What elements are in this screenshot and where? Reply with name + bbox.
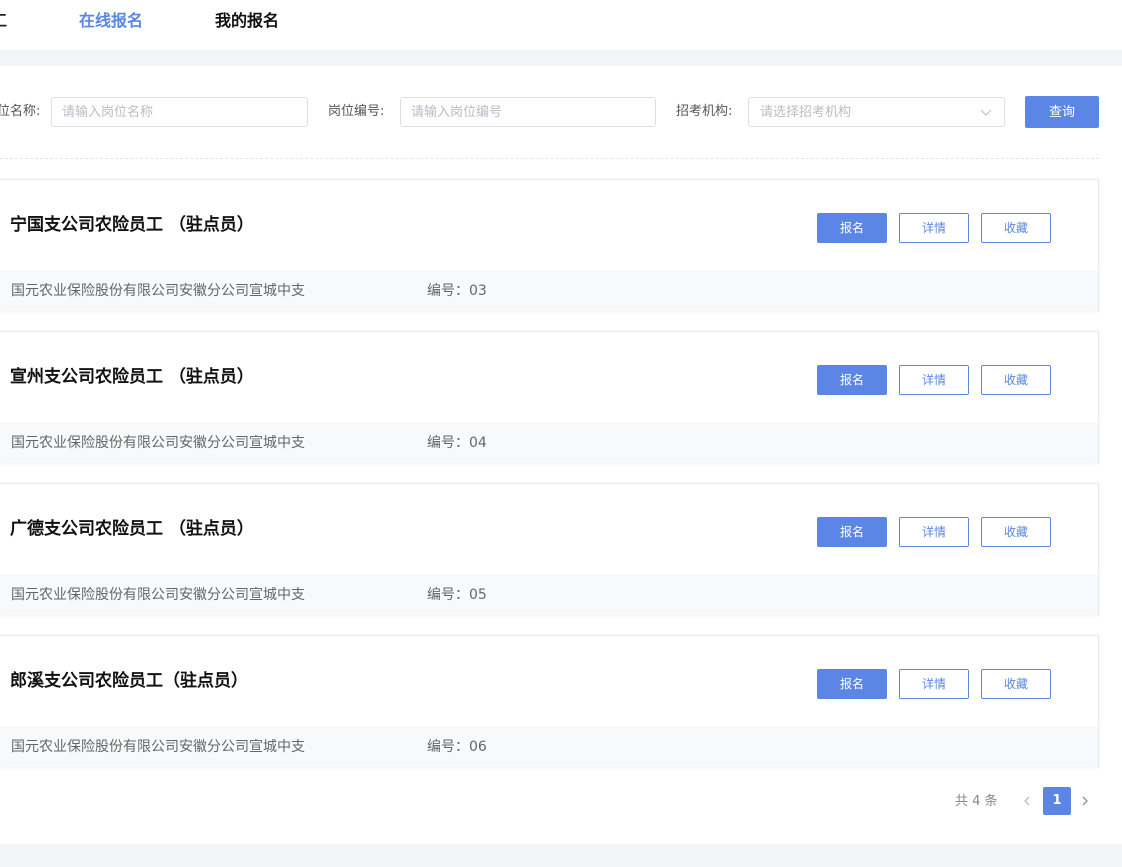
job-org: 国元农业保险股份有限公司安徽分公司宣城中支: [11, 739, 305, 755]
nav-item-partial[interactable]: 工: [0, 10, 7, 32]
job-org: 国元农业保险股份有限公司安徽分公司宣城中支: [11, 587, 305, 603]
job-card: 宣州支公司农险员工 （驻点员） 报名 详情 收藏 国元农业保险股份有限公司安徽分…: [0, 331, 1099, 463]
query-button[interactable]: 查询: [1025, 96, 1099, 128]
pagination-total: 共 4 条: [955, 794, 998, 809]
org-label: 招考机构:: [676, 104, 733, 119]
position-name-label: 位名称:: [0, 104, 41, 119]
job-card: 广德支公司农险员工 （驻点员） 报名 详情 收藏 国元农业保险股份有限公司安徽分…: [0, 483, 1099, 615]
job-card-footer: 国元农业保险股份有限公司安徽分公司宣城中支 编号：05: [0, 574, 1098, 615]
favorite-button[interactable]: 收藏: [981, 213, 1051, 243]
job-org: 国元农业保险股份有限公司安徽分公司宣城中支: [11, 283, 305, 299]
apply-button[interactable]: 报名: [817, 365, 887, 395]
chevron-right-icon[interactable]: [1080, 794, 1090, 808]
job-title: 宣州支公司农险员工 （驻点员）: [10, 367, 254, 387]
position-name-input[interactable]: [51, 97, 308, 127]
apply-button[interactable]: 报名: [817, 213, 887, 243]
job-title: 宁国支公司农险员工 （驻点员）: [10, 215, 254, 235]
top-nav: 工 在线报名 我的报名: [0, 0, 1122, 50]
detail-button[interactable]: 详情: [899, 669, 969, 699]
favorite-button[interactable]: 收藏: [981, 365, 1051, 395]
nav-item-online-apply[interactable]: 在线报名: [79, 10, 143, 32]
job-card: 宁国支公司农险员工 （驻点员） 报名 详情 收藏 国元农业保险股份有限公司安徽分…: [0, 179, 1099, 311]
position-code-label: 岗位编号:: [328, 104, 385, 119]
favorite-button[interactable]: 收藏: [981, 517, 1051, 547]
job-card-footer: 国元农业保险股份有限公司安徽分公司宣城中支 编号：04: [0, 422, 1098, 463]
chevron-down-icon: [980, 109, 992, 116]
org-select[interactable]: 请选择招考机构: [748, 97, 1005, 127]
chevron-left-icon[interactable]: [1022, 794, 1032, 808]
job-card-footer: 国元农业保险股份有限公司安徽分公司宣城中支 编号：06: [0, 726, 1098, 767]
filter-divider: [0, 158, 1099, 159]
page-number-current[interactable]: 1: [1043, 787, 1071, 815]
detail-button[interactable]: 详情: [899, 213, 969, 243]
position-code-input[interactable]: [400, 97, 656, 127]
job-code: 编号：06: [427, 739, 487, 755]
favorite-button[interactable]: 收藏: [981, 669, 1051, 699]
detail-button[interactable]: 详情: [899, 365, 969, 395]
job-org: 国元农业保险股份有限公司安徽分公司宣城中支: [11, 435, 305, 451]
job-code: 编号：03: [427, 283, 487, 299]
job-title: 广德支公司农险员工 （驻点员）: [10, 519, 254, 539]
nav-item-my-apply[interactable]: 我的报名: [215, 10, 279, 32]
apply-button[interactable]: 报名: [817, 669, 887, 699]
org-select-placeholder: 请选择招考机构: [760, 105, 852, 120]
job-card-footer: 国元农业保险股份有限公司安徽分公司宣城中支 编号：03: [0, 270, 1098, 311]
apply-button[interactable]: 报名: [817, 517, 887, 547]
job-code: 编号：04: [427, 435, 487, 451]
job-card: 郎溪支公司农险员工（驻点员） 报名 详情 收藏 国元农业保险股份有限公司安徽分公…: [0, 635, 1099, 767]
job-code: 编号：05: [427, 587, 487, 603]
job-title: 郎溪支公司农险员工（驻点员）: [10, 671, 248, 691]
detail-button[interactable]: 详情: [899, 517, 969, 547]
